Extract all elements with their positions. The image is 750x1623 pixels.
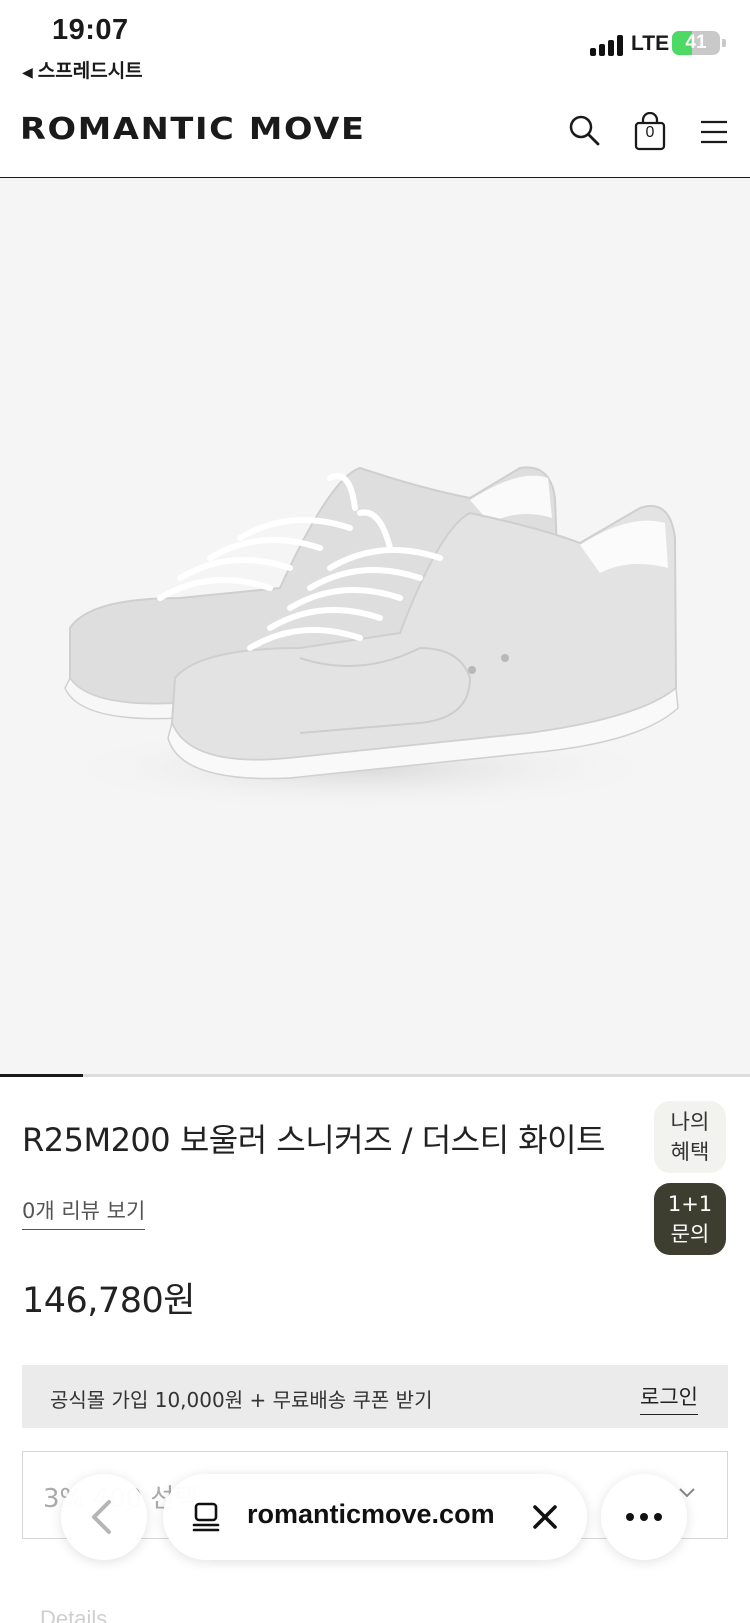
back-to-app-link[interactable]: ◀ 스프레드시트 [22, 56, 143, 83]
back-app-label: 스프레드시트 [37, 60, 143, 82]
inquiry-line2: 문의 [670, 1222, 710, 1246]
battery-icon: 41 [672, 31, 726, 55]
benefit-line2: 혜택 [670, 1140, 710, 1164]
back-icon [92, 1500, 111, 1534]
details-section-label: Details [40, 1606, 108, 1623]
product-price: 146,780원 [22, 1281, 195, 1321]
url-bar[interactable]: romanticmove.com [163, 1474, 587, 1560]
shopping-bag-icon[interactable]: 0 [630, 111, 670, 152]
login-link[interactable]: 로그인 [640, 1381, 698, 1415]
browser-more-button[interactable] [601, 1474, 687, 1560]
gallery-progress [0, 1074, 750, 1077]
inquiry-button[interactable]: 1+1 문의 [654, 1183, 726, 1255]
close-icon[interactable] [529, 1501, 561, 1533]
status-time: 19:07 [52, 14, 129, 46]
url-text: romanticmove.com [247, 1499, 495, 1529]
inquiry-line1: 1+1 [667, 1192, 713, 1216]
browser-back-button[interactable] [61, 1474, 147, 1560]
status-bar: 19:07 ◀ 스프레드시트 LTE 41 [0, 0, 750, 90]
more-icon [626, 1513, 662, 1521]
menu-icon[interactable] [697, 112, 737, 152]
benefit-line1: 나의 [670, 1110, 710, 1134]
network-type: LTE [631, 32, 670, 55]
gallery-progress-fill [0, 1074, 83, 1077]
brand-logo[interactable]: ROMANTIC MOVE [20, 112, 366, 147]
coupon-banner[interactable]: 공식몰 가입 10,000원 + 무료배송 쿠폰 받기 로그인 [22, 1365, 728, 1428]
search-icon[interactable] [565, 112, 605, 152]
signal-icon [590, 34, 624, 56]
cart-count: 0 [645, 124, 655, 141]
sneakers-illustration [50, 466, 679, 813]
site-header: ROMANTIC MOVE 0 [0, 90, 750, 178]
back-triangle-icon: ◀ [22, 65, 33, 81]
battery-level: 41 [685, 32, 707, 53]
coupon-text: 공식몰 가입 10,000원 + 무료배송 쿠폰 받기 [50, 1388, 433, 1412]
review-link[interactable]: 0개 리뷰 보기 [22, 1195, 146, 1230]
my-benefit-button[interactable]: 나의 혜택 [654, 1101, 726, 1173]
product-image[interactable] [0, 178, 750, 1076]
product-title: R25M200 보울러 스니커즈 / 더스티 화이트 [22, 1121, 606, 1159]
tabs-icon [192, 1502, 220, 1532]
